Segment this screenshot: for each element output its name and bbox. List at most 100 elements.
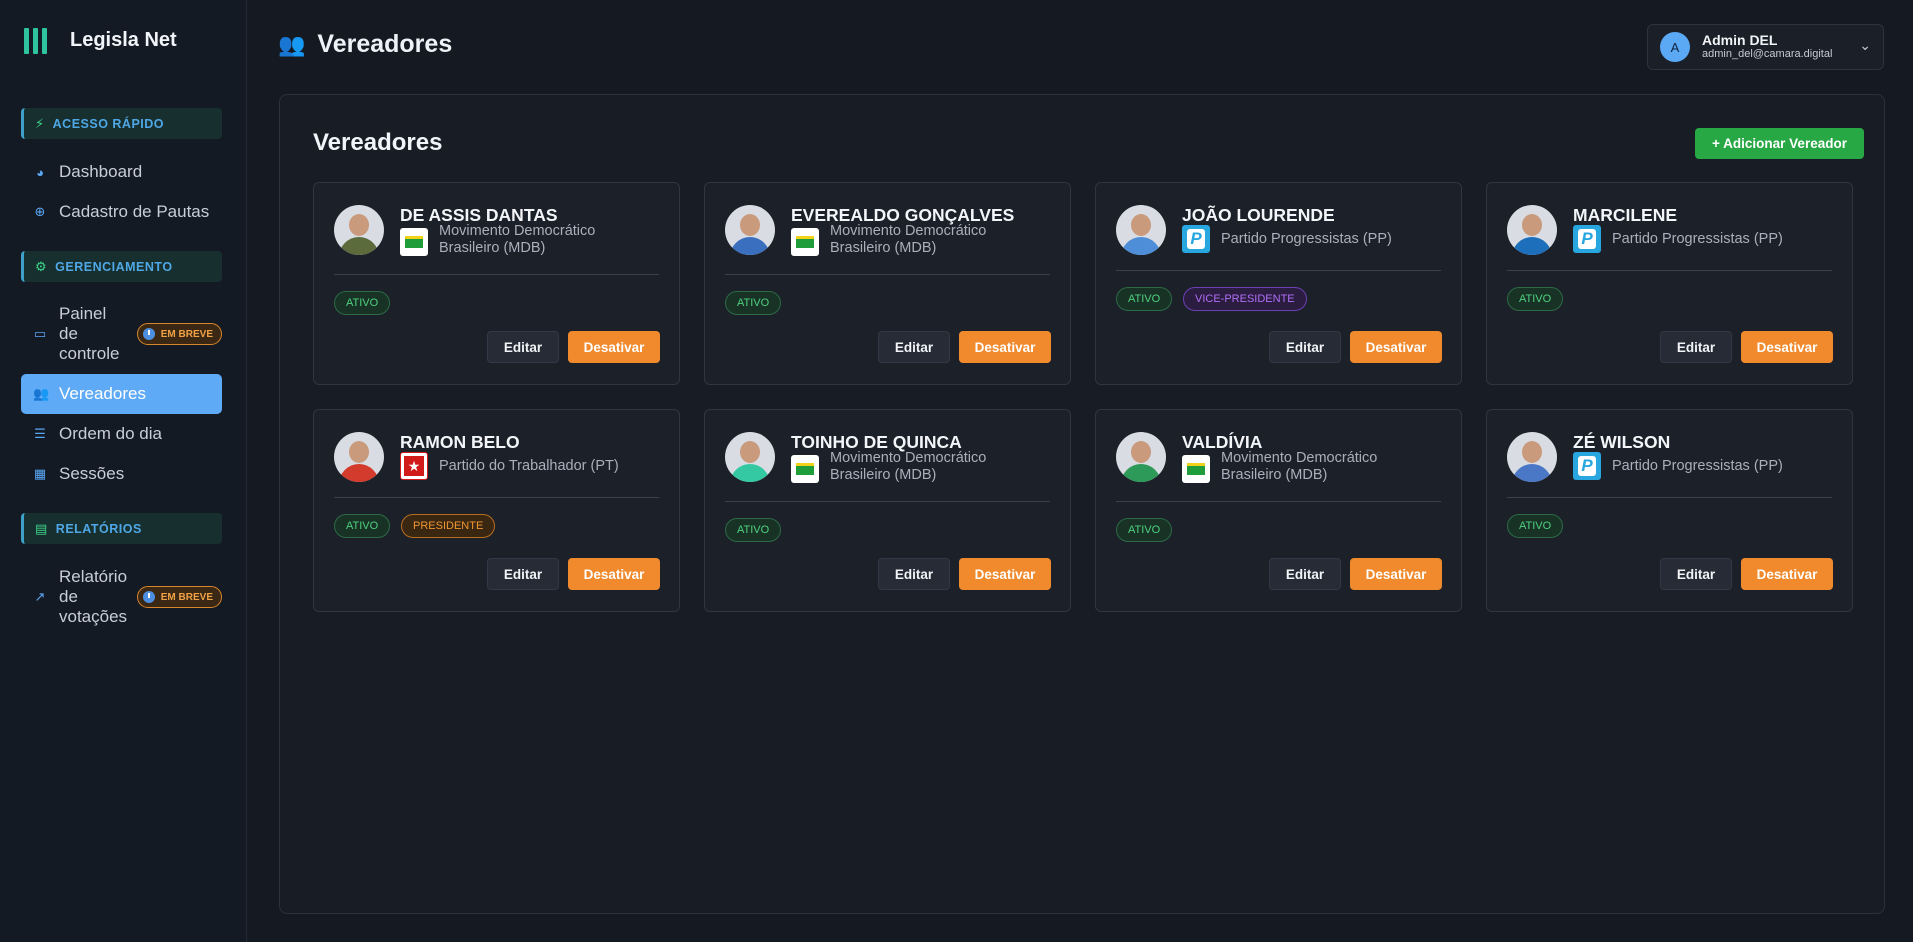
vereador-card: JOÃO LOURENDE P Partido Progressistas (P… <box>1095 182 1462 385</box>
divider <box>725 501 1050 502</box>
gears-icon: ⚙ <box>35 258 48 274</box>
vereador-photo <box>1507 205 1557 255</box>
edit-button[interactable]: Editar <box>1660 331 1732 363</box>
party-name: Movimento Democrático Brasileiro (MDB) <box>439 223 596 256</box>
photo-body <box>1121 464 1161 482</box>
divider <box>1507 497 1832 498</box>
party-logo-icon <box>400 228 428 256</box>
vereador-name: JOÃO LOURENDE <box>1182 205 1335 225</box>
party-logo-icon <box>1182 455 1210 483</box>
party-logo-icon <box>791 455 819 483</box>
soon-badge-label: EM BREVE <box>160 591 213 603</box>
avatar: A <box>1660 32 1690 62</box>
status-badge: ATIVO <box>725 518 782 542</box>
photo-body <box>339 237 379 255</box>
calendar-icon: ▦ <box>33 466 47 481</box>
deactivate-button[interactable]: Desativar <box>1741 331 1833 363</box>
deactivate-button[interactable]: Desativar <box>959 331 1051 363</box>
clock-icon <box>142 328 155 340</box>
section-gerenciamento: ⚙ GERENCIAMENTO <box>21 251 222 282</box>
status-badge: ATIVO <box>1507 514 1564 538</box>
photo-head <box>740 214 760 236</box>
edit-button[interactable]: Editar <box>1269 558 1341 590</box>
divider <box>1116 270 1441 271</box>
vereador-card: MARCILENE P Partido Progressistas (PP) A… <box>1486 182 1853 385</box>
photo-body <box>1121 237 1161 255</box>
status-badge: ATIVO <box>725 291 782 315</box>
edit-button[interactable]: Editar <box>487 331 559 363</box>
photo-body <box>730 464 770 482</box>
sidebar-item-cadastro-pautas[interactable]: ⊕ Cadastro de Pautas <box>21 200 222 224</box>
user-info: Admin DEL admin_del@camara.digital <box>1702 33 1832 61</box>
panel-title: Vereadores <box>313 129 443 156</box>
sidebar-item-label: Painel de controle <box>59 304 120 363</box>
line-chart-icon: ↗ <box>34 589 46 604</box>
sidebar-item-sessoes[interactable]: ▦ Sessões <box>21 462 222 486</box>
status-badge: ATIVO <box>334 514 391 538</box>
party-logo-icon: P <box>1573 225 1601 253</box>
brand-name: Legisla Net <box>70 28 177 51</box>
sidebar-item-vereadores[interactable]: 👥 Vereadores <box>21 374 222 414</box>
photo-head <box>349 214 369 236</box>
vereador-photo <box>334 432 384 482</box>
user-email: admin_del@camara.digital <box>1702 48 1833 60</box>
edit-button[interactable]: Editar <box>1660 558 1732 590</box>
party-logo-icon <box>400 452 428 480</box>
divider <box>334 497 659 498</box>
pie-chart-icon: ◕ <box>36 164 44 180</box>
vereador-card: TOINHO DE QUINCA Movimento Democrático B… <box>704 409 1071 612</box>
deactivate-button[interactable]: Desativar <box>959 558 1051 590</box>
sidebar-item-ordem-do-dia[interactable]: ☰ Ordem do dia <box>21 422 222 446</box>
sidebar-item-relatorio-votacoes[interactable]: ↗ Relatório de votações EM BREVE <box>21 566 222 628</box>
photo-body <box>730 237 770 255</box>
page-title: Vereadores <box>317 30 453 58</box>
section-label: ACESSO RÁPIDO <box>52 116 165 131</box>
deactivate-button[interactable]: Desativar <box>1350 331 1442 363</box>
soon-badge: EM BREVE <box>136 586 222 608</box>
divider <box>334 274 659 275</box>
bolt-icon: ⚡ <box>35 115 45 131</box>
role-badge: VICE-PRESIDENTE <box>1183 287 1307 311</box>
deactivate-button[interactable]: Desativar <box>1741 558 1833 590</box>
vereador-photo <box>1116 205 1166 255</box>
edit-button[interactable]: Editar <box>1269 331 1341 363</box>
brand[interactable]: Legisla Net <box>24 26 177 54</box>
status-badge: ATIVO <box>1507 287 1564 311</box>
deactivate-button[interactable]: Desativar <box>568 331 660 363</box>
sidebar-item-dashboard[interactable]: ◕ Dashboard <box>21 160 222 184</box>
sidebar-item-label: Vereadores <box>59 384 146 403</box>
vereador-card: VALDÍVIA Movimento Democrático Brasileir… <box>1095 409 1462 612</box>
add-vereador-button[interactable]: + Adicionar Vereador <box>1695 128 1864 159</box>
sidebar-item-label: Relatório de votações <box>59 567 128 626</box>
sidebar-item-painel-controle[interactable]: ▭ Painel de controle EM BREVE <box>21 303 222 365</box>
party-name: Movimento Democrático Brasileiro (MDB) <box>830 223 987 256</box>
vereador-name: RAMON BELO <box>400 432 520 452</box>
sidebar-item-label: Dashboard <box>59 162 143 181</box>
vereador-card: ZÉ WILSON P Partido Progressistas (PP) A… <box>1486 409 1853 612</box>
user-menu[interactable]: A Admin DEL admin_del@camara.digital ⌄ <box>1647 24 1884 70</box>
section-label: RELATÓRIOS <box>55 521 142 536</box>
edit-button[interactable]: Editar <box>878 558 950 590</box>
photo-body <box>1512 464 1552 482</box>
party-name: Partido do Trabalhador (PT) <box>439 458 619 474</box>
deactivate-button[interactable]: Desativar <box>568 558 660 590</box>
main-panel: Vereadores + Adicionar Vereador DE ASSIS… <box>279 94 1885 914</box>
page-header: 👥 Vereadores <box>278 30 452 59</box>
status-badge: ATIVO <box>1116 518 1173 542</box>
vereador-card: DE ASSIS DANTAS Movimento Democrático Br… <box>313 182 680 385</box>
vereador-photo <box>1507 432 1557 482</box>
deactivate-button[interactable]: Desativar <box>1350 558 1442 590</box>
photo-head <box>1522 441 1542 463</box>
photo-head <box>1131 214 1151 236</box>
user-name: Admin DEL <box>1702 32 1778 48</box>
vereador-card: EVEREALDO GONÇALVES Movimento Democrátic… <box>704 182 1071 385</box>
party-name: Partido Progressistas (PP) <box>1612 231 1783 247</box>
legislanet-logo-icon <box>24 26 52 54</box>
divider <box>725 274 1050 275</box>
photo-head <box>1522 214 1542 236</box>
photo-body <box>1512 237 1552 255</box>
monitor-icon: ▭ <box>33 326 47 341</box>
edit-button[interactable]: Editar <box>878 331 950 363</box>
party-logo-icon: P <box>1573 452 1601 480</box>
edit-button[interactable]: Editar <box>487 558 559 590</box>
